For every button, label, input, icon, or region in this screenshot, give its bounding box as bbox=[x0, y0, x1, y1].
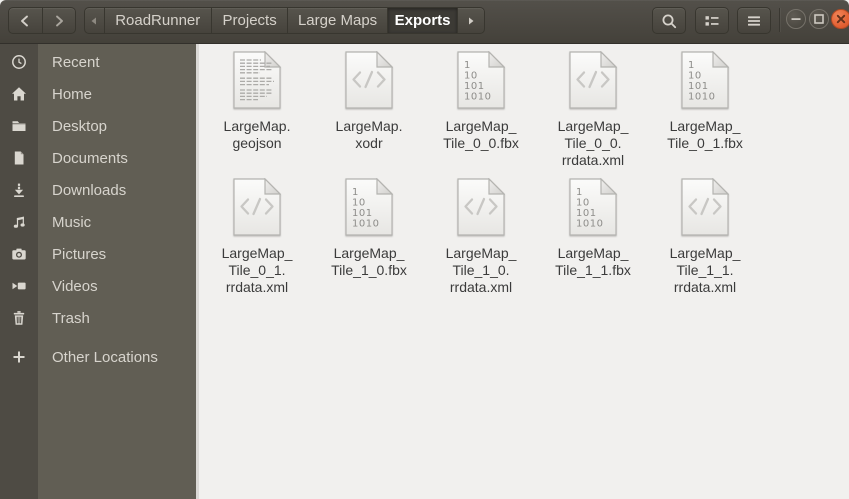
breadcrumb-scroll-right-icon bbox=[469, 17, 474, 24]
sidebar-label: Pictures bbox=[52, 245, 107, 263]
file-item[interactable]: LargeMap_ Tile_1_1.fbx bbox=[537, 178, 649, 305]
file-name-label: LargeMap_ Tile_1_1.fbx bbox=[555, 245, 631, 278]
files-view[interactable]: LargeMap. geojson LargeMap. xodr LargeMa… bbox=[199, 44, 849, 499]
sidebar-label: Desktop bbox=[52, 117, 108, 135]
file-type-icon bbox=[457, 178, 505, 236]
sidebar-item-music[interactable]: Music bbox=[0, 206, 196, 238]
sidebar-item-trash[interactable]: Trash bbox=[0, 302, 196, 334]
file-name-label: LargeMap_ Tile_0_1. rrdata.xml bbox=[221, 245, 293, 295]
files-grid: LargeMap. geojson LargeMap. xodr LargeMa… bbox=[201, 51, 761, 305]
sidebar-label: Downloads bbox=[52, 181, 127, 199]
file-item[interactable]: LargeMap_ Tile_1_1. rrdata.xml bbox=[649, 178, 761, 305]
sidebar-label: Other Locations bbox=[52, 348, 158, 366]
sidebar-item-recent[interactable]: Recent bbox=[0, 46, 196, 78]
file-name-label: LargeMap. geojson bbox=[223, 118, 291, 151]
file-item[interactable]: LargeMap_ Tile_0_1. rrdata.xml bbox=[201, 178, 313, 305]
back-button[interactable] bbox=[9, 8, 42, 33]
titlebar: RoadRunner Projects Large Maps Exports bbox=[0, 0, 849, 44]
file-item[interactable]: LargeMap_ Tile_1_0.fbx bbox=[313, 178, 425, 305]
maximize-button[interactable] bbox=[809, 9, 829, 29]
folder-icon bbox=[0, 118, 38, 134]
minimize-icon bbox=[791, 18, 801, 20]
sidebar-label: Videos bbox=[52, 277, 98, 295]
sidebar-item-documents[interactable]: Documents bbox=[0, 142, 196, 174]
file-item[interactable]: LargeMap. geojson bbox=[201, 51, 313, 178]
video-camera-icon bbox=[0, 278, 38, 294]
file-name-label: LargeMap_ Tile_1_1. rrdata.xml bbox=[669, 245, 741, 295]
trash-icon bbox=[0, 310, 38, 326]
places-sidebar: Recent Home Desktop Documents Downloads … bbox=[0, 44, 196, 499]
sidebar-item-other-locations[interactable]: Other Locations bbox=[0, 341, 196, 373]
window-controls-separator bbox=[779, 8, 780, 32]
file-item[interactable]: LargeMap_ Tile_1_0. rrdata.xml bbox=[425, 178, 537, 305]
file-type-icon bbox=[233, 178, 281, 236]
close-button[interactable] bbox=[831, 9, 849, 29]
sidebar-item-videos[interactable]: Videos bbox=[0, 270, 196, 302]
plus-icon bbox=[0, 349, 38, 365]
file-name-label: LargeMap_ Tile_1_0.fbx bbox=[331, 245, 407, 278]
sidebar-label: Music bbox=[52, 213, 92, 231]
sidebar-label: Home bbox=[52, 85, 93, 103]
file-name-label: LargeMap_ Tile_1_0. rrdata.xml bbox=[445, 245, 517, 295]
clock-icon bbox=[0, 54, 38, 70]
breadcrumb-scroll-left-icon bbox=[91, 17, 97, 24]
view-toggle-button[interactable] bbox=[695, 7, 729, 34]
file-name-label: LargeMap_ Tile_0_0. rrdata.xml bbox=[557, 118, 629, 168]
music-notes-icon bbox=[0, 214, 38, 230]
close-icon bbox=[836, 14, 846, 24]
minimize-button[interactable] bbox=[786, 9, 806, 29]
sidebar-label: Documents bbox=[52, 149, 128, 167]
menu-icon bbox=[748, 15, 760, 26]
file-type-icon bbox=[569, 51, 617, 109]
home-icon bbox=[0, 86, 38, 102]
search-button[interactable] bbox=[652, 7, 686, 34]
file-type-icon bbox=[233, 51, 281, 109]
breadcrumb-large-maps[interactable]: Large Maps bbox=[287, 8, 386, 33]
file-type-icon bbox=[569, 178, 617, 236]
file-type-icon bbox=[345, 51, 393, 109]
file-name-label: LargeMap_ Tile_0_1.fbx bbox=[667, 118, 743, 151]
file-item[interactable]: LargeMap. xodr bbox=[313, 51, 425, 178]
file-name-label: LargeMap_ Tile_0_0.fbx bbox=[443, 118, 519, 151]
forward-icon bbox=[55, 15, 63, 26]
breadcrumb-scroll-left-button[interactable] bbox=[85, 8, 104, 33]
maximize-icon bbox=[814, 14, 824, 24]
history-nav-group bbox=[8, 7, 76, 34]
breadcrumb-projects[interactable]: Projects bbox=[210, 8, 288, 33]
breadcrumb-roadrunner[interactable]: RoadRunner bbox=[103, 8, 211, 33]
file-item[interactable]: LargeMap_ Tile_0_1.fbx bbox=[649, 51, 761, 178]
forward-button[interactable] bbox=[41, 8, 76, 33]
document-icon bbox=[0, 150, 38, 166]
sidebar-item-pictures[interactable]: Pictures bbox=[0, 238, 196, 270]
download-icon bbox=[0, 182, 38, 198]
sidebar-item-desktop[interactable]: Desktop bbox=[0, 110, 196, 142]
file-item[interactable]: LargeMap_ Tile_0_0. rrdata.xml bbox=[537, 51, 649, 178]
camera-icon bbox=[0, 246, 38, 262]
file-name-label: LargeMap. xodr bbox=[335, 118, 403, 151]
file-type-icon bbox=[457, 51, 505, 109]
breadcrumb-scroll-right-button[interactable] bbox=[457, 8, 484, 33]
file-type-icon bbox=[681, 178, 729, 236]
back-icon bbox=[21, 15, 29, 26]
sidebar-item-home[interactable]: Home bbox=[0, 78, 196, 110]
breadcrumb: RoadRunner Projects Large Maps Exports bbox=[84, 7, 485, 34]
sidebar-item-downloads[interactable]: Downloads bbox=[0, 174, 196, 206]
list-view-icon bbox=[705, 15, 719, 26]
breadcrumb-exports[interactable]: Exports bbox=[386, 8, 458, 33]
file-item[interactable]: LargeMap_ Tile_0_0.fbx bbox=[425, 51, 537, 178]
menu-button[interactable] bbox=[737, 7, 771, 34]
search-icon bbox=[662, 14, 677, 28]
file-type-icon bbox=[681, 51, 729, 109]
sidebar-label: Trash bbox=[52, 309, 90, 327]
file-type-icon bbox=[345, 178, 393, 236]
sidebar-label: Recent bbox=[52, 53, 100, 71]
